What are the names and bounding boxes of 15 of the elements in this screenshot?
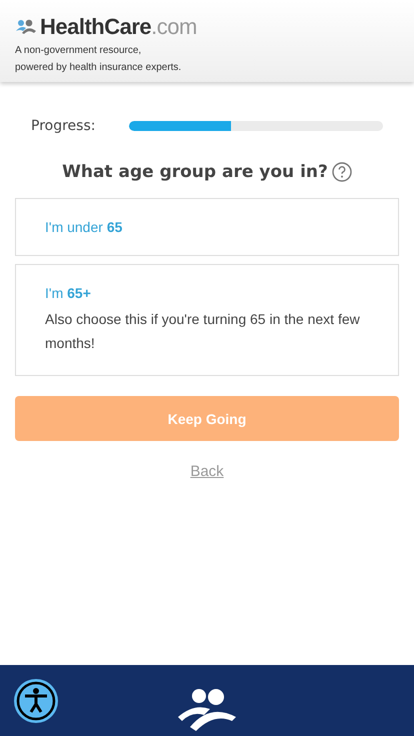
tagline: A non-government resource, xyxy=(15,44,142,58)
option-title: I'm 65+ xyxy=(45,285,92,301)
tagline: powered by health insurance experts. xyxy=(15,61,182,75)
option-title: I'm under 65 xyxy=(45,219,124,235)
age-option[interactable]: I'm under 65 xyxy=(15,198,399,256)
people-logo-icon xyxy=(15,19,37,35)
age-option[interactable]: I'm 65+ Also choose this if you're turning 65 in the next few months! xyxy=(15,264,399,376)
people-logo-icon xyxy=(176,687,238,731)
brand-logo[interactable]: HealthCare.com xyxy=(40,14,197,40)
option-description: Also choose this if you're turning 65 in the next few months! xyxy=(45,310,361,353)
back-link[interactable]: Back xyxy=(190,463,224,480)
help-icon[interactable] xyxy=(332,162,352,182)
progress-label: Progress: xyxy=(31,118,96,134)
question-title: What age group are you in? xyxy=(62,162,328,182)
accessibility-icon[interactable] xyxy=(13,678,59,724)
